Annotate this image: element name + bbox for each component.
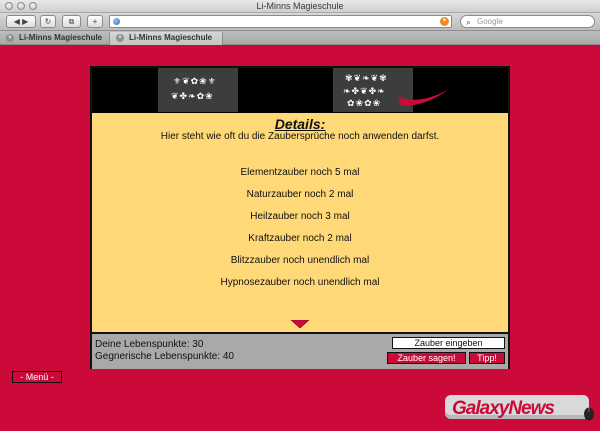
ornament-icon: ✾❦❧❦✾ [345,74,388,84]
menu-button[interactable]: - Menü - [12,371,62,383]
spell-item-nature: Naturzauber noch 2 mal [246,189,354,200]
tab-label: Li-Minns Magieschule [129,33,213,42]
spell-item-heal: Heilzauber noch 3 mal [250,211,350,222]
bookmark-icon: ⧉ [68,17,75,26]
minimize-window-icon[interactable] [17,2,25,10]
life-points: Deine Lebenspunkte: 30 [95,339,204,350]
close-tab-icon[interactable]: × [116,34,124,42]
tab-2[interactable]: × Li-Minns Magieschule [110,32,223,45]
plus-icon: + [92,17,98,26]
status-bar: Deine Lebenspunkte: 30 Gegnerische Leben… [92,332,508,369]
window-titlebar: Li-Minns Magieschule [0,0,600,13]
ornament-icon: ❧✤❦✤❧ [343,87,386,97]
add-tab-button[interactable]: + [87,15,103,28]
scroll-down-arrow-icon[interactable] [291,320,309,328]
watermark-logo: GalaxyNews [445,391,595,425]
rss-icon[interactable]: ✦ [440,17,449,26]
reload-button[interactable]: ↻ [40,15,56,28]
close-tab-icon[interactable]: × [6,34,14,42]
tab-bar: × Li-Minns Magieschule × Li-Minns Magies… [0,31,600,45]
zoom-window-icon[interactable] [29,2,37,10]
window-title: Li-Minns Magieschule [256,1,344,11]
watermark-text: GalaxyNews [452,398,555,419]
game-header: ⚜❦✿❀⚜ ❦✤❧✿❀ ✾❦❧❦✾ ❧✤❦✤❧ ✿❀✿❀ [92,68,508,113]
search-icon: ⌕ [466,17,472,27]
reload-icon: ↻ [44,17,52,26]
search-placeholder: Google [477,17,503,26]
close-window-icon[interactable] [5,2,13,10]
details-subtitle: Hier steht wie oft du die Zaubersprüche … [160,131,440,142]
spell-item-hypnosis: Hypnosezauber noch unendlich mal [220,277,380,288]
bookmark-button[interactable]: ⧉ [62,15,81,28]
watermark-badge: GalaxyNews [445,395,589,419]
ornament-icon: ✿❀✿❀ [347,99,382,109]
ornament-icon: ❦✤❧✿❀ [171,92,214,102]
globe-icon [113,18,120,25]
tab-1[interactable]: × Li-Minns Magieschule [0,32,110,45]
enemy-life-points: Gegnerische Lebenspunkte: 40 [95,351,234,362]
back-forward-buttons: ◀ ▶ [6,15,36,28]
forward-arrow-icon[interactable]: ▶ [22,17,28,26]
browser-toolbar: ◀ ▶ ↻ ⧉ + ✦ ⌕ Google [0,13,600,31]
ornament-icon: ⚜❦✿❀⚜ [173,77,217,87]
spell-tile-left[interactable]: ⚜❦✿❀⚜ ❦✤❧✿❀ [158,68,238,112]
mouse-icon [584,407,594,421]
game-panel: ⚜❦✿❀⚜ ❦✤❧✿❀ ✾❦❧❦✾ ❧✤❦✤❧ ✿❀✿❀ Details: Hi… [90,66,510,369]
spell-item-lightning: Blitzzauber noch unendlich mal [230,255,370,266]
spell-item-element: Elementzauber noch 5 mal [240,167,360,178]
cast-spell-button[interactable]: Zauber sagen! [387,352,466,364]
spell-input[interactable]: Zauber eingeben [392,337,505,349]
page-content: ⚜❦✿❀⚜ ❦✤❧✿❀ ✾❦❧❦✾ ❧✤❦✤❧ ✿❀✿❀ Details: Hi… [0,45,600,431]
tab-label: Li-Minns Magieschule [19,33,103,42]
back-arrow-icon[interactable]: ◀ [14,17,20,26]
red-swoosh-icon [397,89,449,106]
search-input[interactable]: ⌕ Google [460,15,595,28]
hint-button[interactable]: Tipp! [469,352,505,364]
url-input[interactable]: ✦ [109,15,452,28]
details-title: Details: [274,116,326,132]
spell-item-power: Kraftzauber noch 2 mal [248,233,352,244]
